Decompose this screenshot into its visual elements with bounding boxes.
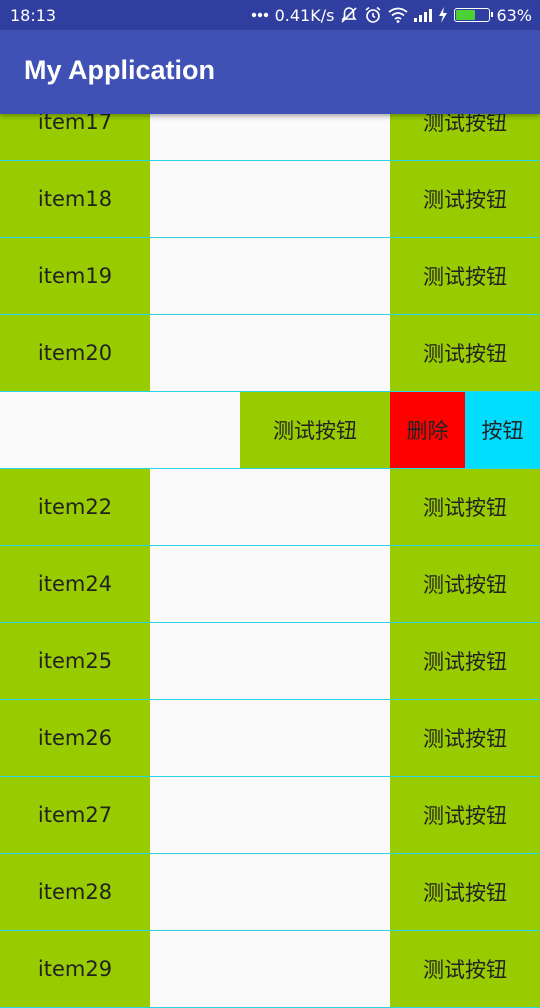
charging-icon xyxy=(438,7,448,23)
row-content xyxy=(150,854,390,930)
row-content xyxy=(150,315,390,391)
list-item[interactable]: item28 测试按钮 xyxy=(0,854,540,931)
status-time: 18:13 xyxy=(10,6,57,25)
list-item[interactable]: item26 测试按钮 xyxy=(0,700,540,777)
row-content xyxy=(150,546,390,622)
row-content xyxy=(150,700,390,776)
delete-button[interactable]: 删除 xyxy=(390,392,465,468)
item-label: item18 xyxy=(0,161,150,237)
list-item[interactable]: item22 测试按钮 xyxy=(0,469,540,546)
test-button[interactable]: 测试按钮 xyxy=(390,238,540,314)
list-item[interactable]: item24 测试按钮 xyxy=(0,546,540,623)
alarm-icon xyxy=(364,6,382,24)
test-button[interactable]: 测试按钮 xyxy=(390,854,540,930)
app-bar: My Application xyxy=(0,30,540,114)
list-item[interactable]: item19 测试按钮 xyxy=(0,238,540,315)
item-label: item25 xyxy=(0,623,150,699)
item-list[interactable]: item17 测试按钮 item18 测试按钮 item19 测试按钮 item20 测试按钮… xyxy=(0,84,540,1008)
list-item[interactable]: item27 测试按钮 xyxy=(0,777,540,854)
item-label: item26 xyxy=(0,700,150,776)
battery-percent: 63% xyxy=(496,5,532,25)
test-button[interactable]: 测试按钮 xyxy=(390,546,540,622)
test-button[interactable]: 测试按钮 xyxy=(390,700,540,776)
list-item[interactable]: 测试按钮 删除 按钮 xyxy=(0,392,540,469)
item-label: item24 xyxy=(0,546,150,622)
item-label: item20 xyxy=(0,315,150,391)
test-button[interactable]: 测试按钮 xyxy=(240,392,390,468)
list-item[interactable]: item29 测试按钮 xyxy=(0,931,540,1008)
list-item[interactable]: item20 测试按钮 xyxy=(0,315,540,392)
row-content xyxy=(150,623,390,699)
test-button[interactable]: 测试按钮 xyxy=(390,931,540,1007)
item-label: item29 xyxy=(0,931,150,1007)
test-button[interactable]: 测试按钮 xyxy=(390,469,540,545)
item-label: item19 xyxy=(0,238,150,314)
row-content xyxy=(150,777,390,853)
list-item[interactable]: item25 测试按钮 xyxy=(0,623,540,700)
app-title: My Application xyxy=(24,55,216,85)
status-icons: 0.41K/s 63% xyxy=(251,5,532,25)
item-label: item28 xyxy=(0,854,150,930)
row-content xyxy=(150,931,390,1007)
list-item[interactable]: item18 测试按钮 xyxy=(0,161,540,238)
row-content xyxy=(150,161,390,237)
test-button[interactable]: 测试按钮 xyxy=(390,315,540,391)
wifi-icon xyxy=(388,7,408,23)
status-bar: 18:13 0.41K/s 63% xyxy=(0,0,540,30)
row-content xyxy=(150,238,390,314)
network-speed: 0.41K/s xyxy=(274,5,335,25)
test-button[interactable]: 测试按钮 xyxy=(390,777,540,853)
row-content xyxy=(0,392,240,468)
test-button[interactable]: 测试按钮 xyxy=(390,161,540,237)
test-button[interactable]: 测试按钮 xyxy=(390,623,540,699)
signal-icon xyxy=(414,8,433,22)
battery-icon xyxy=(454,8,494,22)
item-label: item22 xyxy=(0,469,150,545)
extra-button[interactable]: 按钮 xyxy=(465,392,540,468)
mute-icon xyxy=(340,6,358,24)
ellipsis-icon xyxy=(251,12,269,18)
row-content xyxy=(150,469,390,545)
item-label: item27 xyxy=(0,777,150,853)
